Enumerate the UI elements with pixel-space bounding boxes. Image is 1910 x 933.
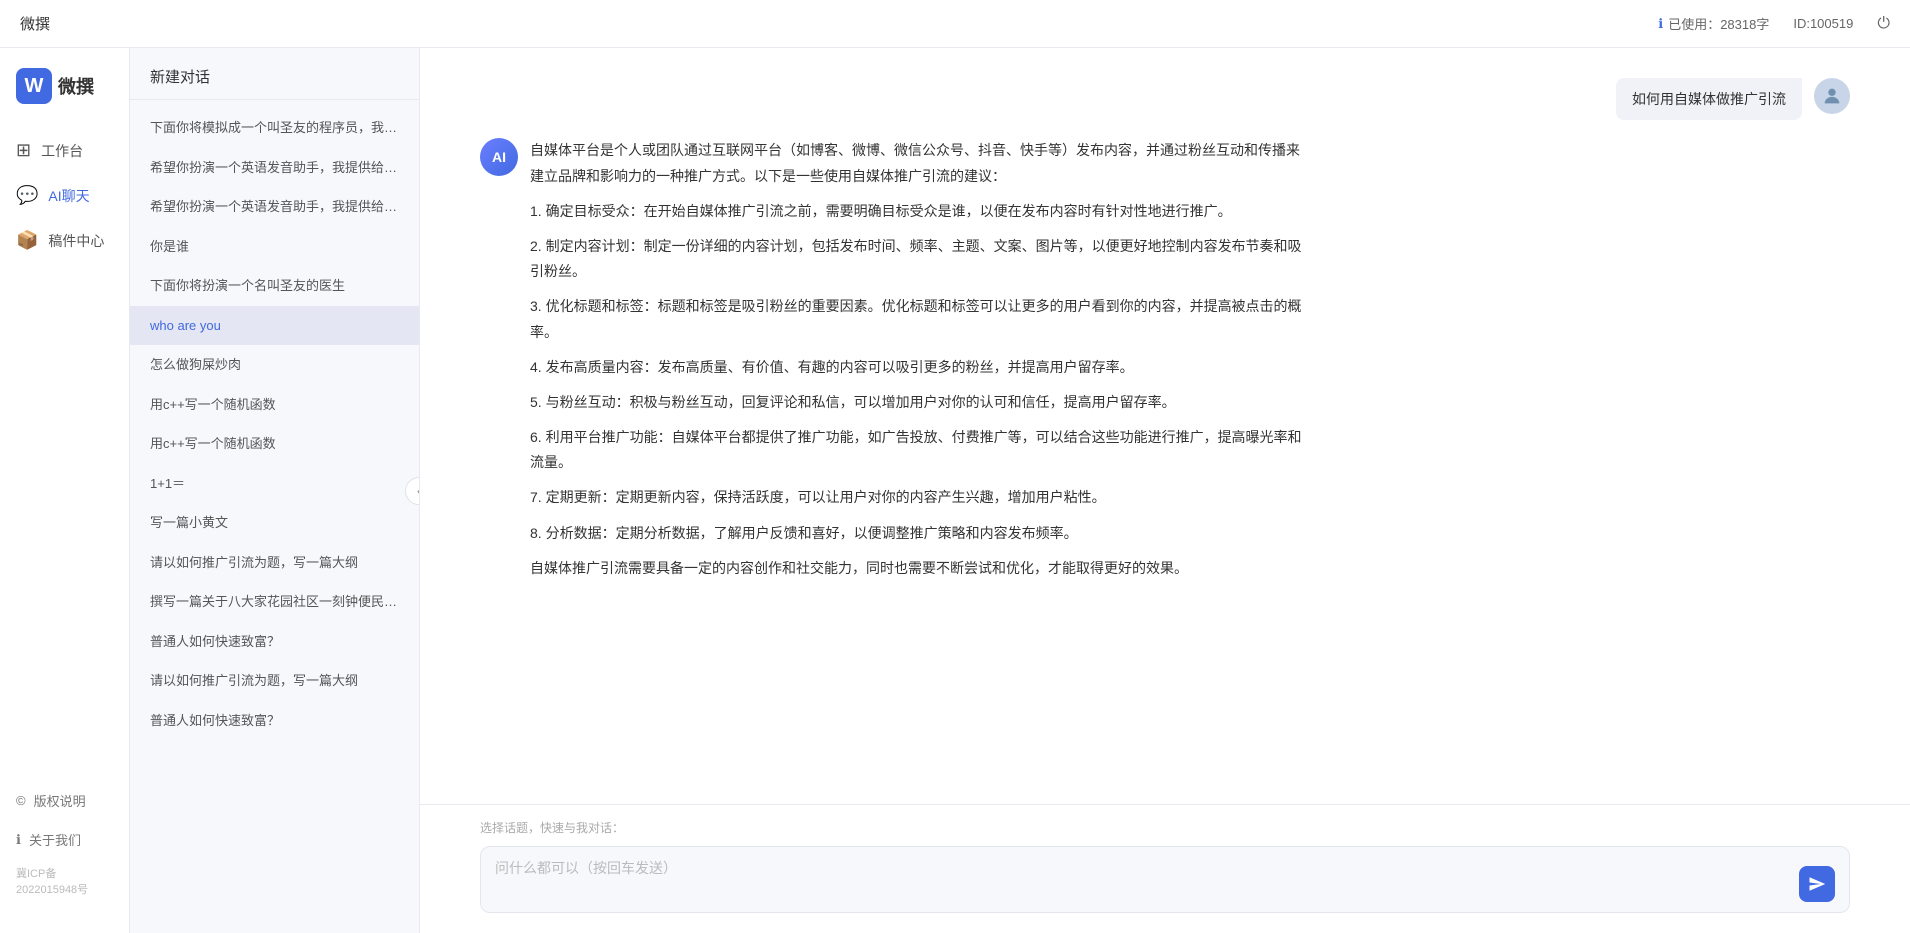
- history-list: 下面你将模拟成一个叫圣友的程序员，我说...希望你扮演一个英语发音助手，我提供给…: [130, 100, 419, 933]
- sidebar-item-workbench[interactable]: ⊞ 工作台: [0, 128, 129, 173]
- sidebar-item-copyright[interactable]: © 版权说明: [0, 781, 129, 820]
- power-button[interactable]: ⏻: [1877, 15, 1890, 33]
- history-item[interactable]: 希望你扮演一个英语发音助手，我提供给你...: [130, 148, 419, 188]
- sidebar-item-aichat[interactable]: 💬 AI聊天: [0, 173, 129, 218]
- usage-info: ℹ 已使用：28318字: [1658, 14, 1769, 33]
- nav-logo: W 微撰: [0, 68, 129, 128]
- info-icon: ℹ: [1658, 16, 1663, 32]
- user-avatar: [1814, 78, 1850, 114]
- history-item[interactable]: 1+1＝: [130, 464, 419, 504]
- history-item[interactable]: 怎么做狗屎炒肉: [130, 345, 419, 385]
- left-nav: W 微撰 ⊞ 工作台 💬 AI聊天 📦 稿件中心 © 版权说明 ℹ: [0, 48, 130, 933]
- topbar: 微撰 ℹ 已使用：28318字 ID:100519 ⏻: [0, 0, 1910, 48]
- components-icon: 📦: [16, 230, 38, 251]
- input-wrapper: [480, 846, 1850, 913]
- about-label: 关于我们: [29, 830, 81, 849]
- logo-text: 微撰: [58, 73, 94, 99]
- history-item[interactable]: who are you: [130, 306, 419, 346]
- history-item[interactable]: 撰写一篇关于八大家花园社区一刻钟便民生...: [130, 582, 419, 622]
- workbench-icon: ⊞: [16, 140, 31, 161]
- history-item[interactable]: 下面你将模拟成一个叫圣友的程序员，我说...: [130, 108, 419, 148]
- history-item[interactable]: 请以如何推广引流为题，写一篇大纲: [130, 661, 419, 701]
- history-item[interactable]: 你是谁: [130, 227, 419, 267]
- send-button[interactable]: [1799, 866, 1835, 902]
- history-item[interactable]: 写一篇小黄文: [130, 503, 419, 543]
- copyright-icon: ©: [16, 793, 26, 808]
- user-message-text: 如何用自媒体做推广引流: [1616, 78, 1802, 120]
- ai-message-group: AI 自媒体平台是个人或团队通过互联网平台（如博客、微博、微信公众号、抖音、快手…: [480, 138, 1850, 591]
- about-icon: ℹ: [16, 832, 21, 848]
- ai-message-text: 自媒体平台是个人或团队通过互联网平台（如博客、微博、微信公众号、抖音、快手等）发…: [530, 138, 1310, 591]
- user-message-group: 如何用自媒体做推广引流: [480, 78, 1850, 120]
- history-item[interactable]: 请以如何推广引流为题，写一篇大纲: [130, 543, 419, 583]
- logo-icon: W: [16, 68, 52, 104]
- sidebar-item-components[interactable]: 📦 稿件中心: [0, 218, 129, 263]
- topbar-right: ℹ 已使用：28318字 ID:100519 ⏻: [1658, 14, 1890, 33]
- sidebar-item-about[interactable]: ℹ 关于我们: [0, 820, 129, 859]
- beian-text: 冀ICP备2022015948号: [0, 859, 129, 903]
- quick-topics-label: 选择话题，快速与我对话：: [480, 819, 1850, 836]
- history-item[interactable]: 普通人如何快速致富？: [130, 622, 419, 662]
- history-item[interactable]: 用c++写一个随机函数: [130, 385, 419, 425]
- chat-area: 如何用自媒体做推广引流 AI 自媒体平台是个人或团队通过互联网平台（如博客、微博…: [420, 48, 1910, 933]
- nav-items: ⊞ 工作台 💬 AI聊天 📦 稿件中心: [0, 128, 129, 771]
- topbar-title: 微撰: [20, 13, 50, 34]
- history-item[interactable]: 用c++写一个随机函数: [130, 424, 419, 464]
- history-item[interactable]: 普通人如何快速致富？: [130, 701, 419, 741]
- components-label: 稿件中心: [48, 231, 104, 251]
- workbench-label: 工作台: [41, 141, 83, 161]
- ai-avatar: AI: [480, 138, 518, 176]
- copyright-label: 版权说明: [34, 791, 86, 810]
- aichat-icon: 💬: [16, 185, 38, 206]
- nav-bottom: © 版权说明 ℹ 关于我们 冀ICP备2022015948号: [0, 771, 129, 913]
- main-layout: W 微撰 ⊞ 工作台 💬 AI聊天 📦 稿件中心 © 版权说明 ℹ: [0, 48, 1910, 933]
- chat-input[interactable]: [495, 857, 1789, 902]
- history-item[interactable]: 希望你扮演一个英语发音助手，我提供给你...: [130, 187, 419, 227]
- aichat-label: AI聊天: [48, 186, 89, 206]
- id-text: ID:100519: [1793, 16, 1853, 31]
- chat-messages: 如何用自媒体做推广引流 AI 自媒体平台是个人或团队通过互联网平台（如博客、微博…: [420, 48, 1910, 804]
- usage-text: 已使用：28318字: [1668, 14, 1769, 33]
- history-item[interactable]: 下面你将扮演一个名叫圣友的医生: [130, 266, 419, 306]
- new-chat-button[interactable]: 新建对话: [130, 48, 419, 100]
- chat-input-area: 选择话题，快速与我对话：: [420, 804, 1910, 933]
- history-sidebar: 新建对话 下面你将模拟成一个叫圣友的程序员，我说...希望你扮演一个英语发音助手…: [130, 48, 420, 933]
